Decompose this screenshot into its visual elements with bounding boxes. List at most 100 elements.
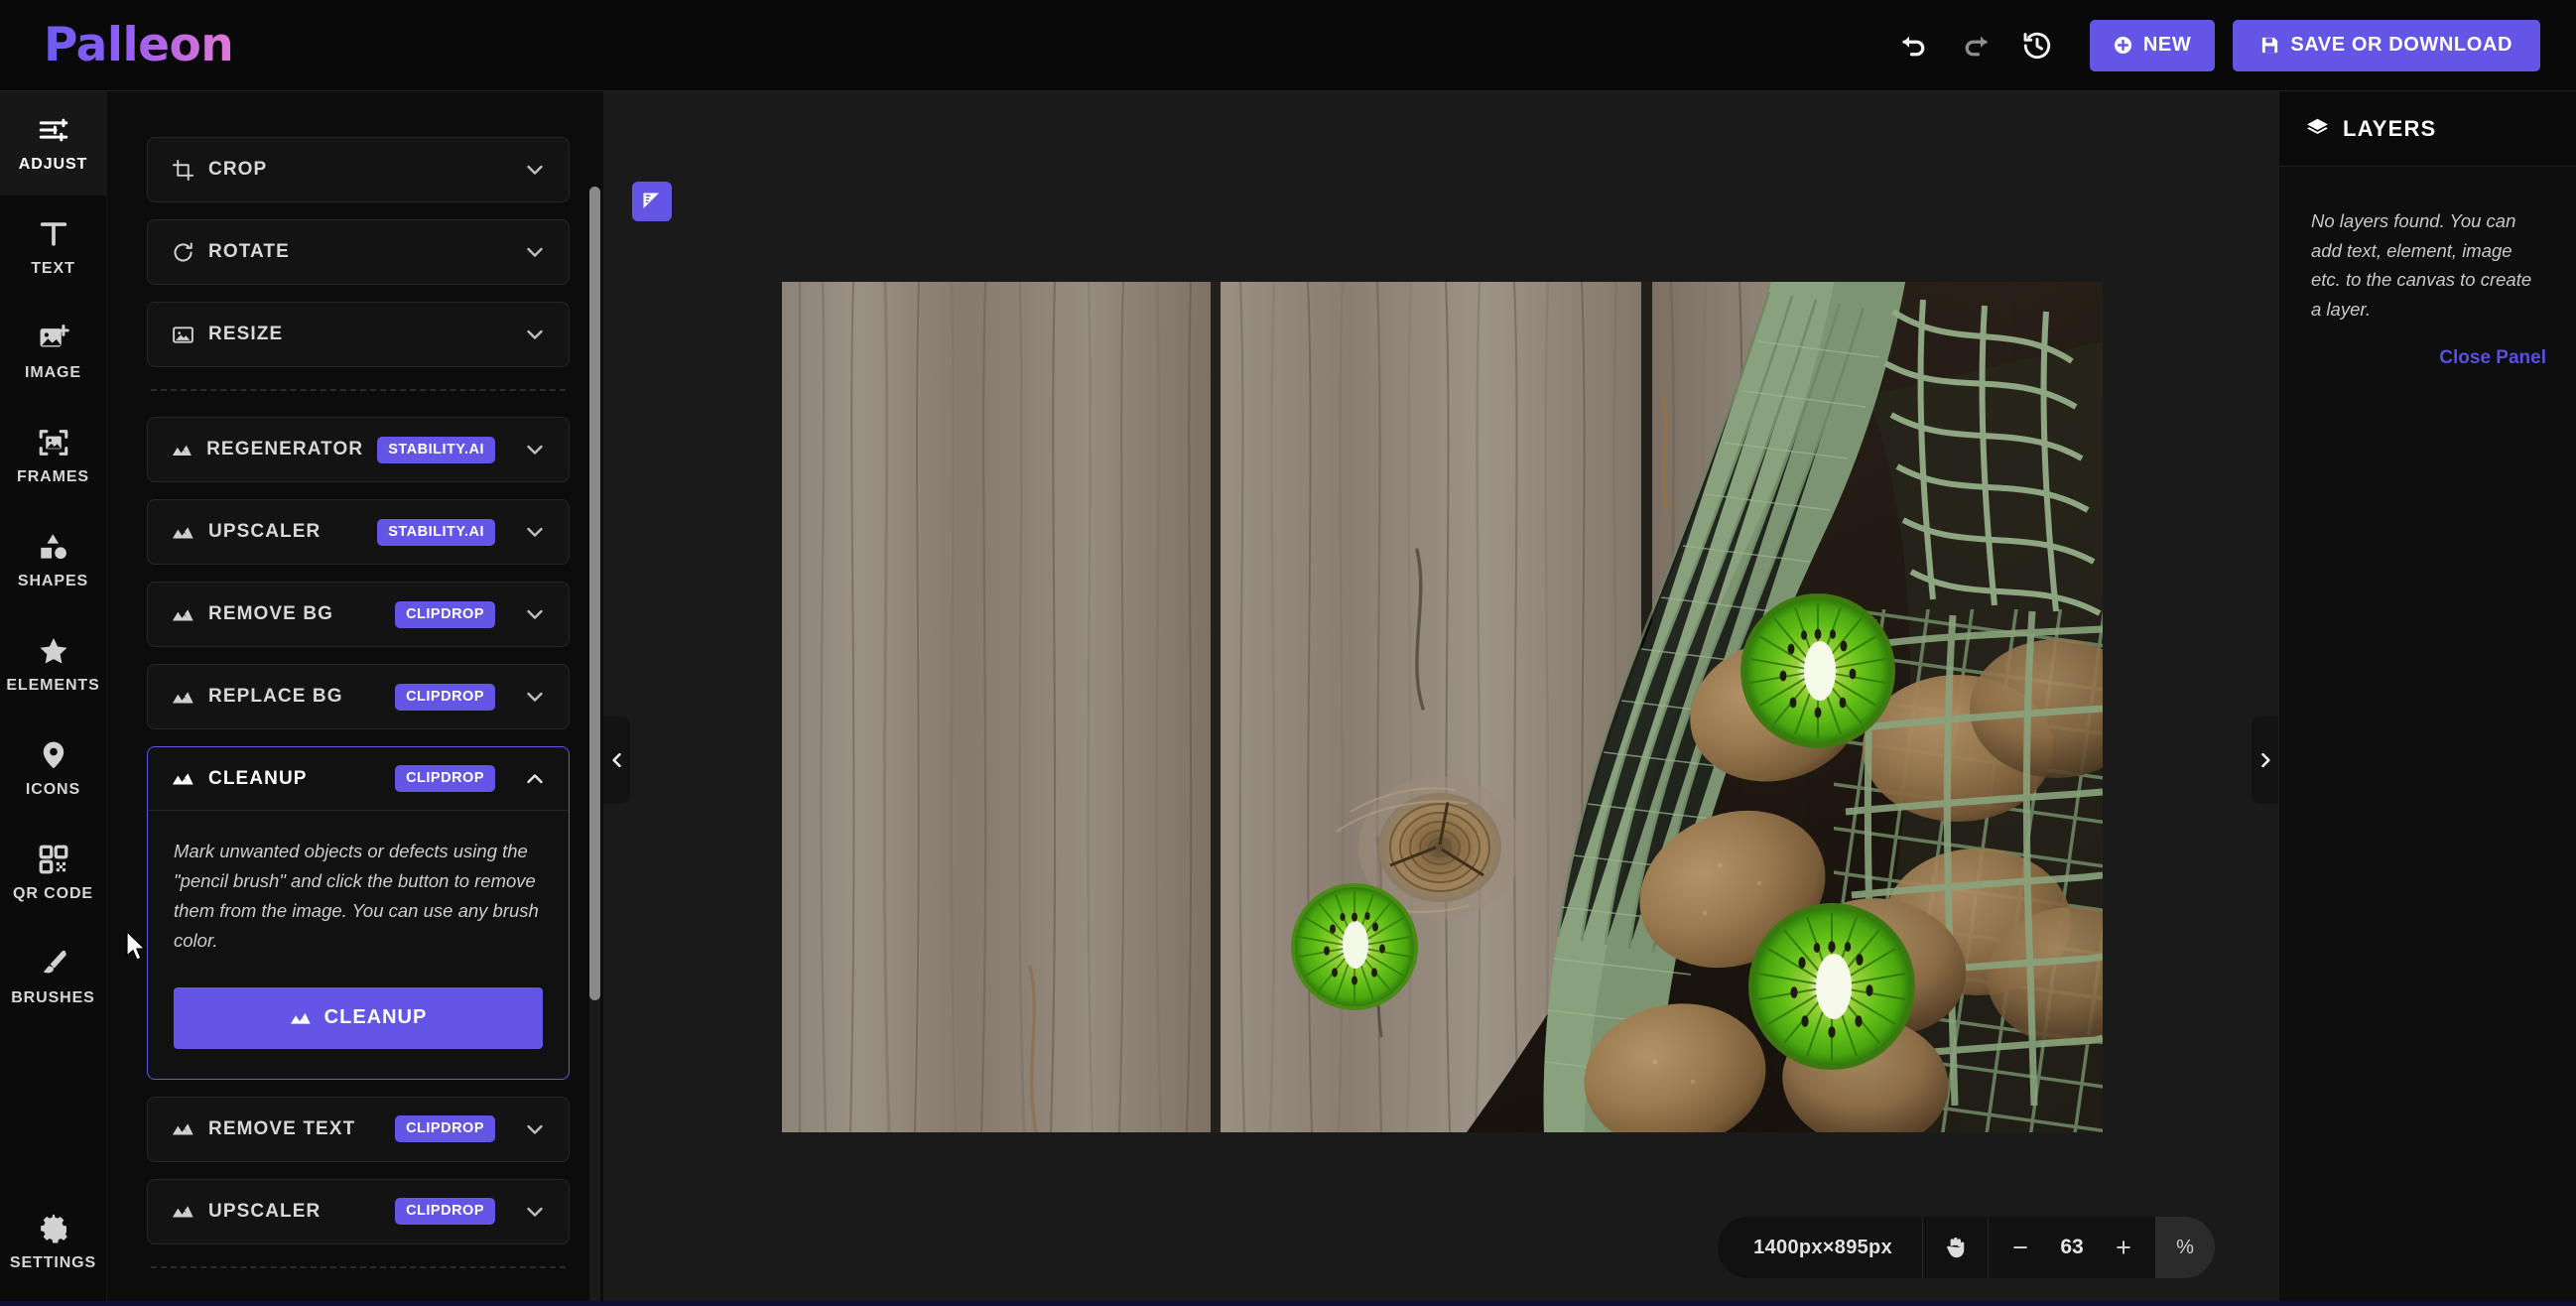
ai-mountain-icon — [172, 773, 193, 785]
sidebar-item-label: ADJUST — [18, 156, 88, 173]
provider-badge: CLIPDROP — [395, 765, 495, 792]
app-header: Palleon NEW SAVE OR DOWNLOAD — [0, 0, 2576, 91]
header-actions: NEW SAVE OR DOWNLOAD — [1879, 19, 2540, 72]
sidebar-item-brushes[interactable]: BRUSHES — [0, 925, 107, 1029]
accordion-remove-bg-header[interactable]: REMOVE BG CLIPDROP — [148, 583, 569, 646]
sidebar-item-settings[interactable]: SETTINGS — [0, 1190, 107, 1294]
collapse-left-panel-button[interactable] — [603, 717, 630, 804]
sidebar-item-label: QR CODE — [13, 885, 93, 902]
cleanup-action-button[interactable]: CLEANUP — [174, 986, 543, 1049]
sidebar-item-label: SHAPES — [17, 573, 89, 589]
zoom-controls: − 63 + — [1989, 1217, 2155, 1278]
collapse-right-panel-button[interactable] — [2252, 717, 2278, 804]
zoom-unit-label[interactable]: % — [2155, 1217, 2215, 1278]
accordion-remove-text-header[interactable]: REMOVE TEXT CLIPDROP — [148, 1098, 569, 1161]
undo-button[interactable] — [1887, 19, 1941, 72]
sidebar-item-qr-code[interactable]: QR CODE — [0, 821, 107, 925]
canvas-artboard[interactable] — [782, 282, 2103, 1132]
accordion-title: REMOVE BG — [208, 603, 334, 624]
close-panel-link[interactable]: Close Panel — [2311, 347, 2546, 369]
ai-mountain-icon — [172, 526, 193, 538]
section-divider — [151, 389, 566, 391]
save-or-download-button[interactable]: SAVE OR DOWNLOAD — [2233, 19, 2540, 71]
undo-icon — [1902, 36, 1925, 56]
accordion-remove-bg[interactable]: REMOVE BG CLIPDROP — [147, 582, 570, 647]
accordion-upscaler-clipdrop-header[interactable]: UPSCALER CLIPDROP — [148, 1180, 569, 1243]
chevron-down-icon — [523, 1200, 547, 1224]
accordion-title: REPLACE BG — [208, 686, 343, 707]
accordion-title: ROTATE — [208, 241, 290, 262]
layers-panel-title: LAYERS — [2343, 115, 2437, 141]
tools-scrollbar-thumb[interactable] — [589, 187, 600, 1000]
sidebar-item-frames[interactable]: FRAMES — [0, 404, 107, 508]
sliders-icon — [39, 118, 67, 142]
shapes-icon — [40, 534, 66, 560]
chevron-right-icon — [2260, 752, 2270, 768]
ai-mountain-icon — [172, 1206, 193, 1218]
accordion-rotate[interactable]: ROTATE — [147, 219, 570, 285]
accordion-resize-header[interactable]: RESIZE — [148, 303, 569, 366]
sidebar-item-label: FRAMES — [17, 468, 89, 485]
pan-tool-button[interactable] — [1923, 1217, 1989, 1278]
sidebar-item-elements[interactable]: ELEMENTS — [0, 612, 107, 717]
accordion-remove-text[interactable]: REMOVE TEXT CLIPDROP — [147, 1096, 570, 1162]
gear-icon — [40, 1214, 67, 1243]
chevron-down-icon — [523, 1117, 547, 1141]
accordion-upscaler-stability[interactable]: UPSCALER STABILITY.AI — [147, 499, 570, 565]
accordion-replace-bg[interactable]: REPLACE BG CLIPDROP — [147, 664, 570, 729]
history-button[interactable] — [2010, 19, 2064, 72]
redo-icon — [1965, 36, 1988, 56]
ruler-toggle-button[interactable] — [632, 182, 672, 221]
accordion-crop-header[interactable]: CROP — [148, 138, 569, 201]
accordion-upscaler-stability-header[interactable]: UPSCALER STABILITY.AI — [148, 500, 569, 564]
footer-strip — [0, 1301, 2576, 1306]
chevron-down-icon — [523, 158, 547, 182]
chevron-left-icon — [611, 752, 621, 768]
accordion-upscaler-clipdrop[interactable]: UPSCALER CLIPDROP — [147, 1178, 570, 1244]
provider-badge: CLIPDROP — [395, 1115, 495, 1143]
accordion-crop[interactable]: CROP — [147, 137, 570, 202]
ruler-icon — [643, 193, 659, 208]
zoom-in-button[interactable]: + — [2100, 1217, 2147, 1278]
ai-mountain-icon — [290, 1012, 311, 1024]
sidebar-item-image[interactable]: IMAGE — [0, 300, 107, 404]
canvas-area[interactable]: 1400px×895px − 63 + % — [603, 91, 2278, 1306]
chevron-down-icon — [523, 240, 547, 264]
accordion-cleanup[interactable]: CLEANUP CLIPDROP Mark unwanted objects o… — [147, 746, 570, 1080]
sidebar-item-shapes[interactable]: SHAPES — [0, 508, 107, 612]
accordion-regenerator-header[interactable]: REGENERATOR STABILITY.AI — [148, 418, 569, 481]
new-button[interactable]: NEW — [2089, 19, 2216, 71]
sidebar-item-text[interactable]: TEXT — [0, 196, 107, 300]
zoom-value[interactable]: 63 — [2044, 1236, 2100, 1259]
zoom-out-button[interactable]: − — [1996, 1217, 2044, 1278]
accordion-title: UPSCALER — [208, 1200, 322, 1222]
ai-mountain-icon — [172, 608, 193, 620]
app-body: ADJUST TEXT IMAGE FRAMES SHAPES ELEMENTS… — [0, 91, 2576, 1306]
accordion-title: REGENERATOR — [206, 439, 364, 459]
app-logo: Palleon — [44, 18, 234, 72]
chevron-down-icon — [523, 685, 547, 709]
accordion-cleanup-header[interactable]: CLEANUP CLIPDROP — [148, 747, 569, 811]
tools-scrollbar[interactable] — [589, 187, 600, 1306]
cleanup-description: Mark unwanted objects or defects using t… — [174, 841, 539, 951]
accordion-resize[interactable]: RESIZE — [147, 302, 570, 367]
accordion-replace-bg-header[interactable]: REPLACE BG CLIPDROP — [148, 665, 569, 728]
sidebar-item-label: ICONS — [25, 781, 81, 798]
section-divider-bottom — [151, 1265, 566, 1268]
zoom-toolbar: 1400px×895px − 63 + % — [1718, 1217, 2215, 1278]
new-button-label: NEW — [2142, 34, 2192, 56]
tools-scroll-content: CROP ROTATE RESIZE REGENERATOR STABILITY… — [107, 91, 603, 1306]
star-icon — [40, 637, 66, 664]
cleanup-button-label: CLEANUP — [323, 1006, 428, 1029]
artboard-image — [782, 282, 2103, 1132]
redo-button[interactable] — [1949, 19, 2002, 72]
provider-badge: CLIPDROP — [395, 1198, 495, 1226]
ai-mountain-icon — [172, 1123, 193, 1135]
qrcode-icon — [39, 845, 67, 874]
sidebar-item-adjust[interactable]: ADJUST — [0, 91, 107, 196]
accordion-rotate-header[interactable]: ROTATE — [148, 220, 569, 284]
frames-icon — [39, 430, 67, 456]
sidebar-item-icons[interactable]: ICONS — [0, 717, 107, 821]
save-button-label: SAVE OR DOWNLOAD — [2290, 34, 2512, 56]
accordion-regenerator[interactable]: REGENERATOR STABILITY.AI — [147, 417, 570, 482]
